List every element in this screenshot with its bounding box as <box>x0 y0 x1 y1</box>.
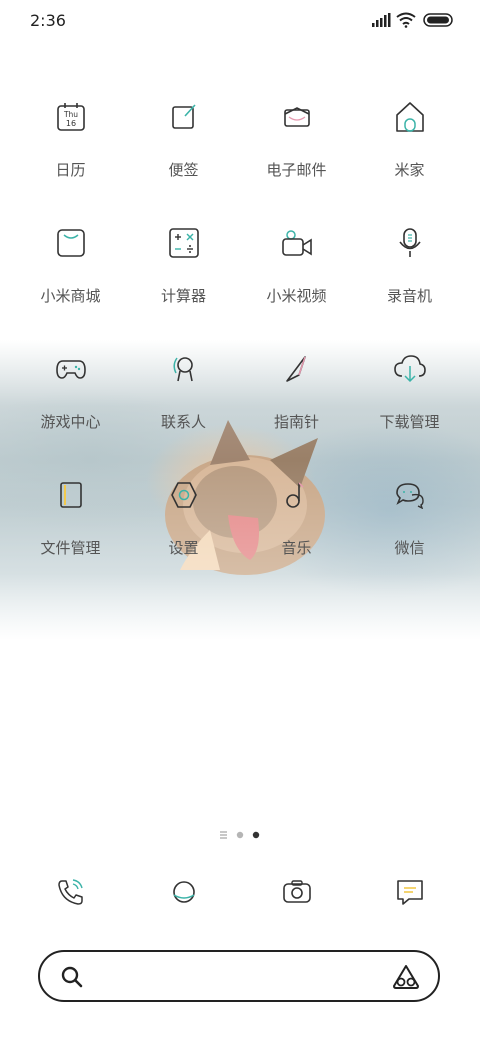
notes-icon <box>164 97 204 137</box>
app-music[interactable]: 音乐 <box>240 471 353 597</box>
music-icon <box>277 475 317 515</box>
phone-icon <box>57 879 83 905</box>
app-downloads[interactable]: 下载管理 <box>353 345 466 471</box>
battery-icon <box>423 13 453 27</box>
search-page-indicator-icon <box>220 831 227 839</box>
dock-phone[interactable] <box>14 870 127 914</box>
cloud-download-icon <box>390 349 430 389</box>
app-video[interactable]: 小米视频 <box>240 219 353 345</box>
mi-home-icon <box>390 97 430 137</box>
page-indicator[interactable] <box>0 828 480 842</box>
dock-messages[interactable] <box>127 870 240 914</box>
calendar-day: 16 <box>65 119 75 128</box>
email-icon <box>277 97 317 137</box>
app-label: 下载管理 <box>379 413 440 431</box>
status-time: 2:36 <box>30 11 66 30</box>
app-label: 便签 <box>168 161 199 179</box>
search-icon[interactable] <box>60 965 84 989</box>
app-email[interactable]: 电子邮件 <box>240 93 353 219</box>
settings-icon <box>164 475 204 515</box>
app-label: 文件管理 <box>40 539 101 557</box>
app-label: 设置 <box>168 539 199 557</box>
calculator-icon <box>164 223 204 263</box>
app-file-manager[interactable]: 文件管理 <box>14 471 127 597</box>
page-dot-2-active[interactable] <box>252 831 260 839</box>
app-mi-store[interactable]: 小米商城 <box>14 219 127 345</box>
app-label: 指南针 <box>273 413 319 431</box>
app-compass[interactable]: 指南针 <box>240 345 353 471</box>
app-wechat[interactable]: 微信 <box>353 471 466 597</box>
calendar-weekday: Thu <box>62 110 77 119</box>
search-bar[interactable] <box>38 950 440 1002</box>
app-label: 米家 <box>394 161 425 179</box>
dock <box>14 870 466 914</box>
app-label: 音乐 <box>281 539 312 557</box>
app-label: 录音机 <box>386 287 432 305</box>
calendar-icon: Thu 16 <box>51 97 91 137</box>
app-label: 小米商城 <box>40 287 101 305</box>
dock-chat[interactable] <box>353 870 466 914</box>
mi-store-icon <box>51 223 91 263</box>
camera-icon <box>282 880 311 903</box>
app-label: 微信 <box>394 539 425 557</box>
assistant-icon[interactable] <box>392 964 420 990</box>
app-notes[interactable]: 便签 <box>127 93 240 219</box>
page-dot-1[interactable] <box>236 831 244 839</box>
app-calculator[interactable]: 计算器 <box>127 219 240 345</box>
app-game-center[interactable]: 游戏中心 <box>14 345 127 471</box>
status-bar: 2:36 <box>0 0 480 40</box>
dock-camera[interactable] <box>240 870 353 914</box>
app-recorder[interactable]: 录音机 <box>353 219 466 345</box>
app-settings[interactable]: 设置 <box>127 471 240 597</box>
app-label: 日历 <box>55 161 86 179</box>
messages-icon <box>172 881 195 903</box>
app-label: 计算器 <box>160 287 206 305</box>
app-label: 小米视频 <box>266 287 327 305</box>
app-contacts[interactable]: 联系人 <box>127 345 240 471</box>
recorder-icon <box>390 223 430 263</box>
gamepad-icon <box>51 349 91 389</box>
wifi-icon <box>396 12 416 28</box>
app-label: 电子邮件 <box>266 161 327 179</box>
app-calendar[interactable]: Thu 16 日历 <box>14 93 127 219</box>
signal-icon <box>372 13 391 27</box>
file-manager-icon <box>51 475 91 515</box>
search-input[interactable] <box>100 962 374 992</box>
app-label: 联系人 <box>160 413 206 431</box>
wechat-icon <box>390 475 430 515</box>
video-icon <box>277 223 317 263</box>
app-label: 游戏中心 <box>40 413 101 431</box>
chat-icon <box>396 880 423 905</box>
contacts-icon <box>164 349 204 389</box>
app-mi-home[interactable]: 米家 <box>353 93 466 219</box>
compass-icon <box>277 349 317 389</box>
app-grid: Thu 16 日历 便签 电子邮件 米家 小米商城 计算器 小米视频 录音机 游… <box>14 93 466 597</box>
